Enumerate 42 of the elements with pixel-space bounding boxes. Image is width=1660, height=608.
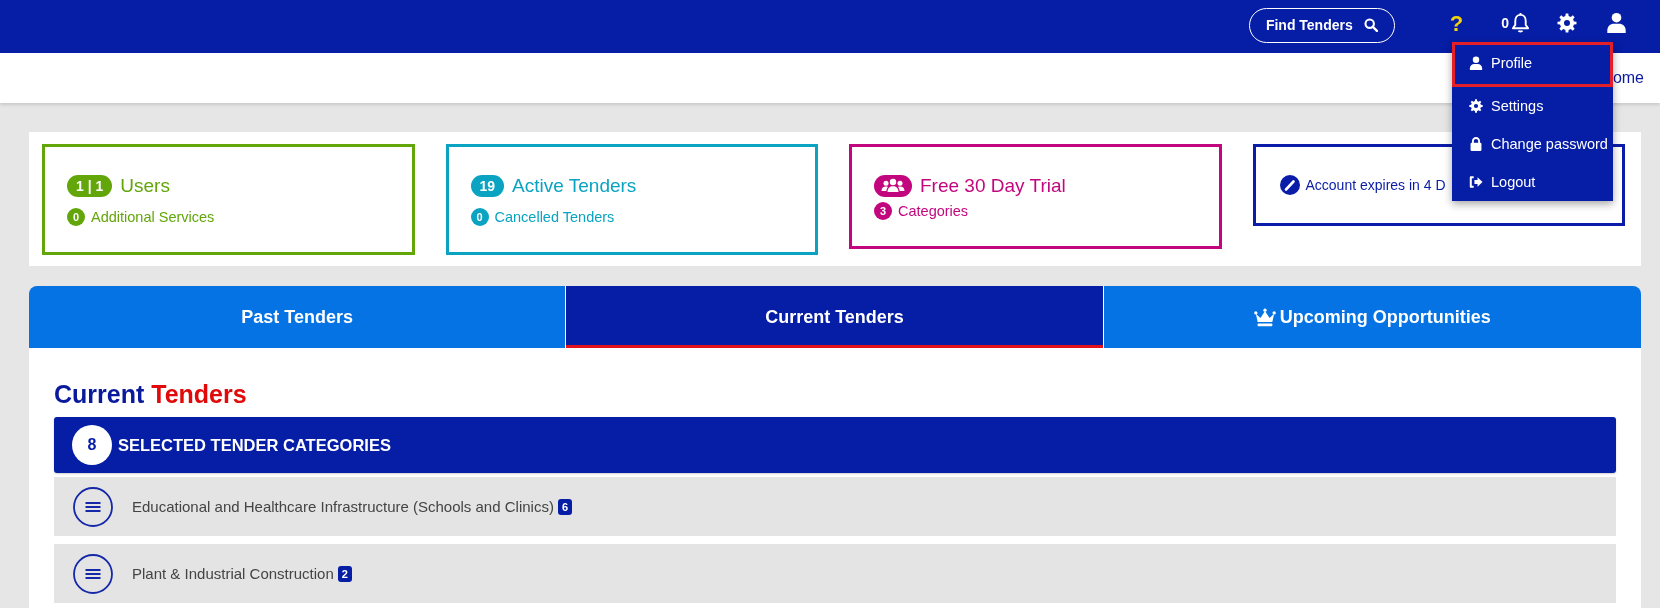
users-icon bbox=[874, 175, 912, 197]
tab[interactable]: Past Tenders bbox=[29, 286, 567, 348]
count-badge: 8 bbox=[72, 425, 112, 465]
menu-item[interactable]: Profile bbox=[1452, 42, 1613, 87]
help-button[interactable]: ? bbox=[1449, 11, 1464, 36]
count-badge: 3 bbox=[874, 202, 892, 220]
tab[interactable]: Upcoming Opportunities bbox=[1103, 286, 1641, 348]
settings-icon[interactable] bbox=[1557, 12, 1577, 33]
user-icon[interactable] bbox=[1606, 12, 1627, 33]
search-icon bbox=[1363, 18, 1378, 32]
stat-title: Free 30 Day Trial bbox=[920, 175, 1066, 197]
category-row[interactable]: Plant & Industrial Construction 2 bbox=[54, 544, 1616, 603]
lock-icon bbox=[1469, 137, 1483, 151]
menu-item[interactable]: Settings bbox=[1452, 87, 1613, 125]
settings-icon bbox=[1469, 99, 1483, 113]
expiry-notice: Account expires in 4 D bbox=[1305, 177, 1446, 193]
gauge-icon bbox=[1279, 175, 1300, 195]
count-badge: 0 bbox=[470, 208, 489, 226]
bell-icon bbox=[1511, 12, 1530, 33]
category-name: Educational and Healthcare Infrastructure (Schools and Clinics) bbox=[132, 498, 554, 515]
count-badge: 1 | 1 bbox=[67, 175, 113, 197]
stat-title: Users bbox=[120, 175, 170, 197]
category-name: Plant & Industrial Construction bbox=[132, 565, 334, 582]
stat-title: Active Tenders bbox=[512, 175, 637, 197]
menu-icon bbox=[73, 553, 113, 594]
logout-icon bbox=[1469, 175, 1483, 189]
stat-link[interactable]: Categories bbox=[898, 203, 969, 219]
user-icon bbox=[1469, 56, 1483, 70]
count-badge: 6 bbox=[557, 498, 572, 515]
menu-item[interactable]: Change password bbox=[1452, 125, 1613, 163]
menu-icon bbox=[73, 486, 113, 527]
category-header-title: SELECTED TENDER CATEGORIES bbox=[118, 435, 391, 455]
count-badge: 0 bbox=[67, 208, 85, 226]
category-row[interactable]: Educational and Healthcare Infrastructure (Schools and Clinics) 6 bbox=[54, 477, 1616, 536]
breadcrumb-link[interactable]: ome bbox=[1612, 69, 1644, 87]
count-badge: 2 bbox=[337, 565, 352, 582]
count-badge: 19 bbox=[470, 175, 505, 197]
tab[interactable]: Current Tenders bbox=[566, 286, 1104, 348]
section-title: Current Tenders bbox=[54, 379, 248, 410]
menu-item[interactable]: Logout bbox=[1452, 163, 1613, 201]
crown-icon bbox=[1253, 307, 1276, 327]
notifications-button[interactable]: 0 bbox=[1501, 12, 1530, 33]
